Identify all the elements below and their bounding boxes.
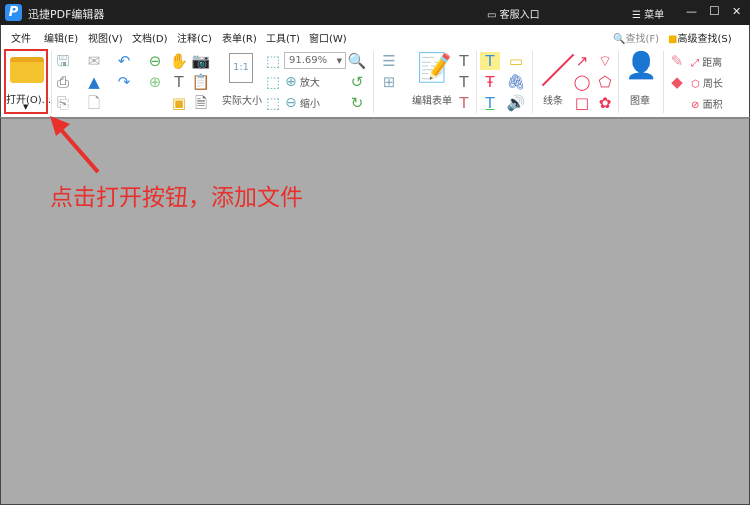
actual-size-icon: 1:1 — [229, 53, 253, 83]
menu-edit[interactable]: 编辑(E) — [44, 30, 78, 45]
distance-icon: ⤢ — [691, 58, 699, 69]
document-area[interactable] — [0, 117, 750, 505]
minimize-button[interactable]: — — [686, 5, 697, 18]
app-logo-icon: P — [5, 4, 22, 21]
zoom-select[interactable]: 91.69% ▼ — [284, 52, 346, 69]
redo-icon[interactable]: ↷ — [114, 73, 134, 91]
rotate-left-icon[interactable]: ↺ — [347, 73, 367, 91]
polyline-icon[interactable]: ⌔ — [595, 52, 615, 70]
hand-icon[interactable]: ✋ — [169, 52, 189, 70]
back-icon[interactable]: ⊖ — [145, 52, 165, 70]
title-bar: P 迅捷PDF编辑器 ▭ 客服入口 ☰ 菜单 — ☐ ✕ — [0, 0, 750, 25]
zoom-out-button[interactable]: ⊖ 缩小 — [285, 95, 320, 111]
fit-width-icon[interactable]: ⬚ — [263, 73, 283, 91]
strikeout-icon[interactable]: Ŧ — [480, 73, 500, 91]
select-text-icon[interactable]: T — [169, 73, 189, 91]
hamburger-icon: ☰ — [632, 10, 645, 21]
close-button[interactable]: ✕ — [732, 5, 741, 18]
zoom-in-button[interactable]: ⊕ 放大 — [285, 74, 320, 90]
find-button[interactable]: 🔍查找(F) — [613, 30, 659, 45]
text-box-icon[interactable]: ☰ — [379, 52, 399, 70]
fit-page-icon[interactable]: ⬚ — [263, 52, 283, 70]
save-icon[interactable]: 🖫 — [53, 52, 73, 70]
email-icon[interactable]: ✉ — [84, 52, 104, 70]
fit-visible-icon[interactable]: ⬚ — [263, 94, 283, 112]
distance-button[interactable]: ⤢ 距离 — [691, 54, 722, 69]
form-edit-icon: 📝 — [417, 51, 452, 84]
edit-form-button[interactable]: 📝 编辑表单 — [409, 51, 453, 111]
text-field-icon[interactable]: T — [454, 52, 474, 70]
textbox-icon[interactable]: T — [454, 73, 474, 91]
minus-circle-icon: ⊖ — [285, 95, 297, 111]
eraser-icon[interactable]: ◆ — [667, 73, 687, 91]
print-icon[interactable]: ⎙ — [53, 73, 73, 91]
add-image-text-icon[interactable]: ⊞ — [379, 73, 399, 91]
menu-view[interactable]: 视图(V) — [88, 30, 123, 45]
polygon-icon[interactable]: ⬠ — [595, 73, 615, 91]
attachment-icon[interactable]: 🖇 — [506, 73, 526, 91]
menu-button[interactable]: ☰ 菜单 — [632, 6, 664, 21]
scan-icon[interactable]: ▲ — [84, 73, 104, 91]
forward-icon[interactable]: ⊕ — [145, 73, 165, 91]
note-icon[interactable]: ▭ — [506, 52, 526, 70]
chat-icon: ▭ — [487, 10, 500, 21]
callout-icon[interactable]: T — [454, 94, 474, 112]
toolbar: 打开(O)... ▼ 🖫 ⎙ ⎘ ✉ ▲ 🗋 ↶ ↷ ⊖ ⊕ ✋ T ▣ 📷 📋… — [0, 47, 750, 117]
ellipse-icon[interactable]: ◯ — [572, 73, 592, 91]
perimeter-button[interactable]: ⬡ 周长 — [691, 75, 723, 90]
magnifier-icon[interactable]: 🔍 — [347, 52, 367, 70]
menu-form[interactable]: 表单(R) — [222, 30, 257, 45]
advanced-find-button[interactable]: ■高级查找(S) — [668, 30, 732, 45]
cloud-icon[interactable]: ✿ — [595, 94, 615, 112]
line-icon — [541, 53, 575, 87]
find-doc-icon[interactable]: 🗎 — [191, 94, 211, 112]
underline-icon[interactable]: T — [480, 94, 500, 112]
line-button[interactable]: 线条 — [534, 51, 575, 111]
menu-file[interactable]: 文件 — [11, 30, 31, 45]
find-icon: 🔍 — [613, 34, 626, 45]
menu-bar: 文件 编辑(E) 视图(V) 文档(D) 注释(C) 表单(R) 工具(T) 窗… — [0, 25, 750, 48]
undo-icon[interactable]: ↶ — [114, 52, 134, 70]
app-title: 迅捷PDF编辑器 — [28, 8, 105, 21]
support-button[interactable]: ▭ 客服入口 — [487, 6, 540, 21]
rectangle-icon[interactable]: □ — [572, 94, 592, 112]
camera-icon[interactable]: 📷 — [191, 52, 211, 70]
snapshot-icon[interactable]: ▣ — [169, 94, 189, 112]
menu-comment[interactable]: 注释(C) — [177, 30, 212, 45]
pencil-icon[interactable]: ✎ — [667, 52, 687, 70]
menu-tools[interactable]: 工具(T) — [266, 30, 300, 45]
actual-size-button[interactable]: 1:1 实际大小 — [221, 51, 263, 111]
area-button[interactable]: ⊘ 面积 — [691, 96, 723, 111]
maximize-button[interactable]: ☐ — [709, 4, 720, 18]
highlight-text-icon[interactable]: T — [480, 52, 500, 70]
annotation-arrow-icon — [50, 116, 100, 174]
dropdown-arrow-icon: ▼ — [336, 57, 342, 65]
perimeter-icon: ⬡ — [691, 79, 700, 90]
plus-circle-icon: ⊕ — [285, 74, 297, 90]
area-icon: ⊘ — [691, 100, 700, 111]
arrow-icon[interactable]: ↗ — [572, 52, 592, 70]
stamp-button[interactable]: 👤 图章 — [621, 51, 659, 111]
stamp-icon: 👤 — [625, 51, 658, 81]
paste-icon[interactable]: 📋 — [191, 73, 211, 91]
menu-window[interactable]: 窗口(W) — [309, 30, 347, 45]
rotate-right-icon[interactable]: ↻ — [347, 94, 367, 112]
instruction-text: 点击打开按钮，添加文件 — [50, 185, 303, 211]
open-button-highlight — [4, 49, 48, 114]
sound-icon[interactable]: 🔊 — [506, 94, 526, 112]
menu-document[interactable]: 文档(D) — [132, 30, 168, 45]
